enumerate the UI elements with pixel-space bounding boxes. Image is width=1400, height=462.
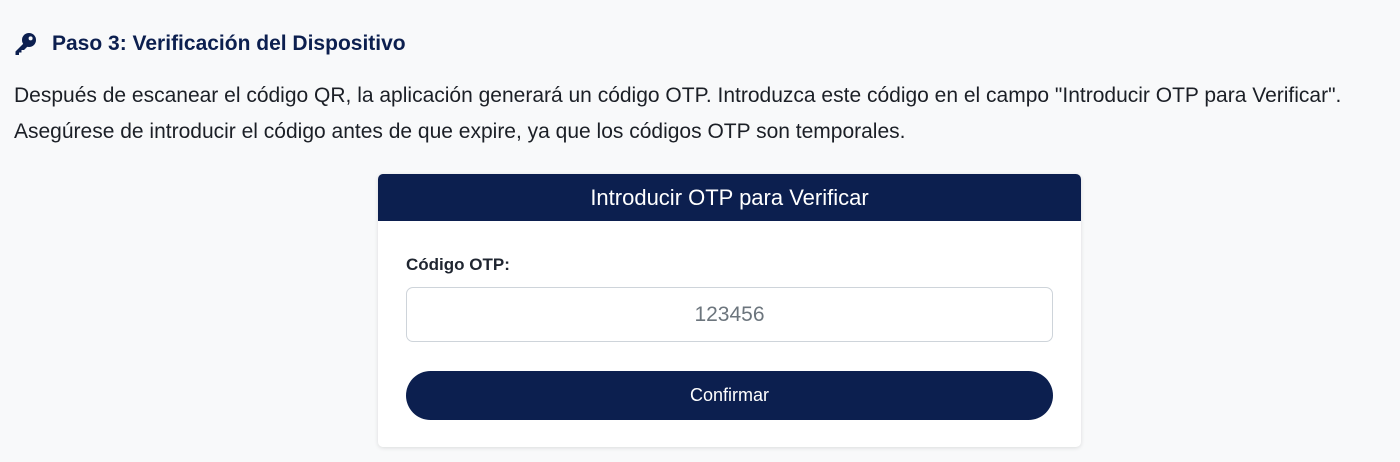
card-header: Introducir OTP para Verificar [378,174,1081,221]
step-description: Después de escanear el código QR, la apl… [14,84,1342,143]
step-header: Paso 3: Verificación del Dispositivo [12,26,406,62]
key-icon [12,31,38,57]
confirm-button[interactable]: Confirmar [406,371,1053,420]
step-title: Paso 3: Verificación del Dispositivo [52,32,406,55]
otp-code-label: Código OTP: [406,255,510,274]
card-body: Código OTP: Confirmar [378,221,1081,447]
otp-code-input[interactable] [406,287,1053,342]
otp-verification-card: Introducir OTP para Verificar Código OTP… [378,174,1081,447]
